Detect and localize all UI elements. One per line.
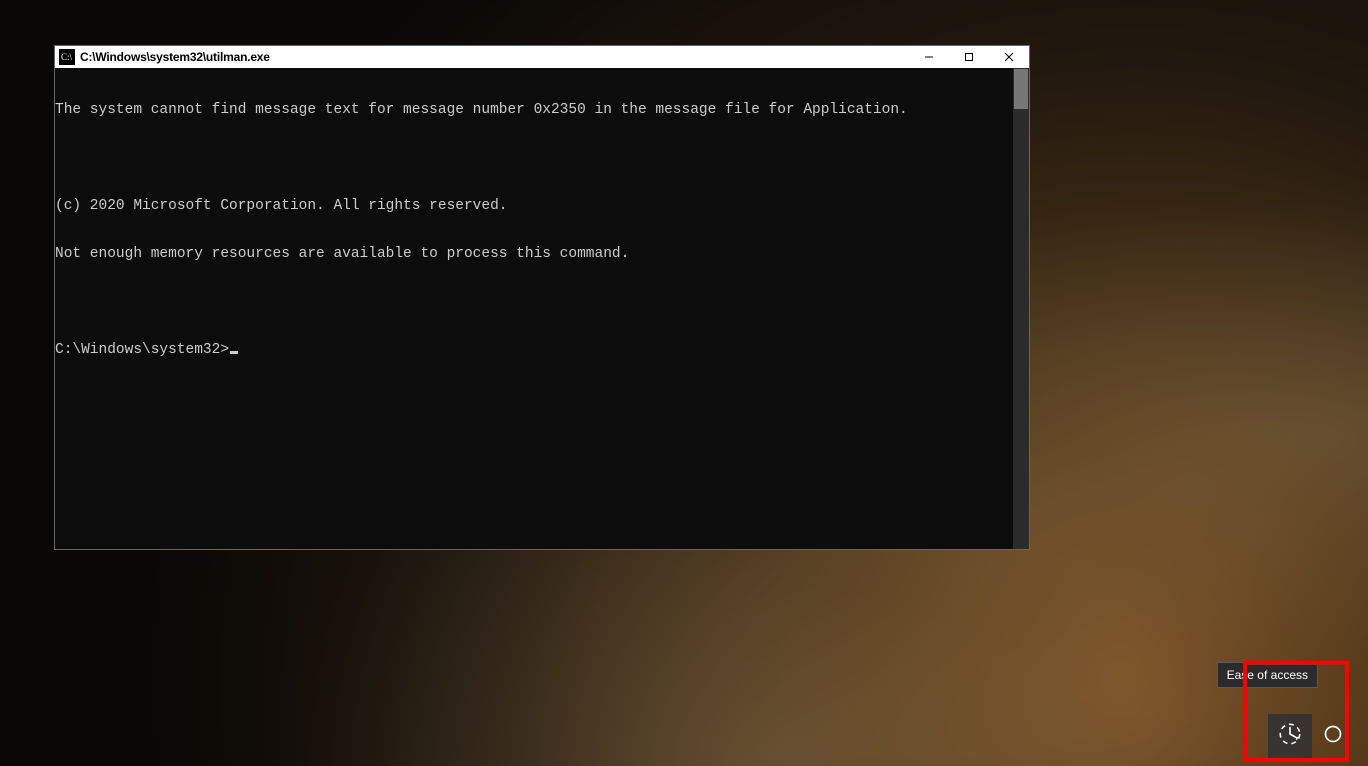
maximize-button[interactable] bbox=[949, 46, 989, 68]
terminal-line: (c) 2020 Microsoft Corporation. All righ… bbox=[55, 198, 1013, 214]
close-button[interactable] bbox=[989, 46, 1029, 68]
terminal-line bbox=[55, 294, 1013, 310]
command-prompt-window: C:\ C:\Windows\system32\utilman.exe The … bbox=[55, 46, 1029, 549]
terminal-output[interactable]: The system cannot find message text for … bbox=[55, 68, 1013, 549]
power-icon bbox=[1323, 724, 1343, 749]
cmd-icon: C:\ bbox=[59, 49, 75, 65]
terminal-line: Not enough memory resources are availabl… bbox=[55, 246, 1013, 262]
ease-of-access-icon bbox=[1277, 721, 1303, 752]
power-button[interactable] bbox=[1322, 725, 1344, 747]
cursor-icon bbox=[230, 351, 238, 354]
scrollbar-thumb[interactable] bbox=[1014, 69, 1028, 109]
ease-of-access-tooltip: Ease of access bbox=[1217, 662, 1318, 688]
titlebar[interactable]: C:\ C:\Windows\system32\utilman.exe bbox=[55, 46, 1029, 68]
vertical-scrollbar[interactable] bbox=[1013, 68, 1029, 549]
lockscreen-corner-controls bbox=[1268, 714, 1344, 758]
window-title: C:\Windows\system32\utilman.exe bbox=[80, 50, 270, 64]
terminal-line bbox=[55, 150, 1013, 166]
minimize-button[interactable] bbox=[909, 46, 949, 68]
terminal-area: The system cannot find message text for … bbox=[55, 68, 1029, 549]
terminal-prompt: C:\Windows\system32> bbox=[55, 342, 229, 358]
terminal-prompt-line: C:\Windows\system32> bbox=[55, 342, 1013, 358]
svg-text:C:\: C:\ bbox=[61, 52, 73, 62]
ease-of-access-button[interactable] bbox=[1268, 714, 1312, 758]
terminal-line: The system cannot find message text for … bbox=[55, 102, 1013, 118]
